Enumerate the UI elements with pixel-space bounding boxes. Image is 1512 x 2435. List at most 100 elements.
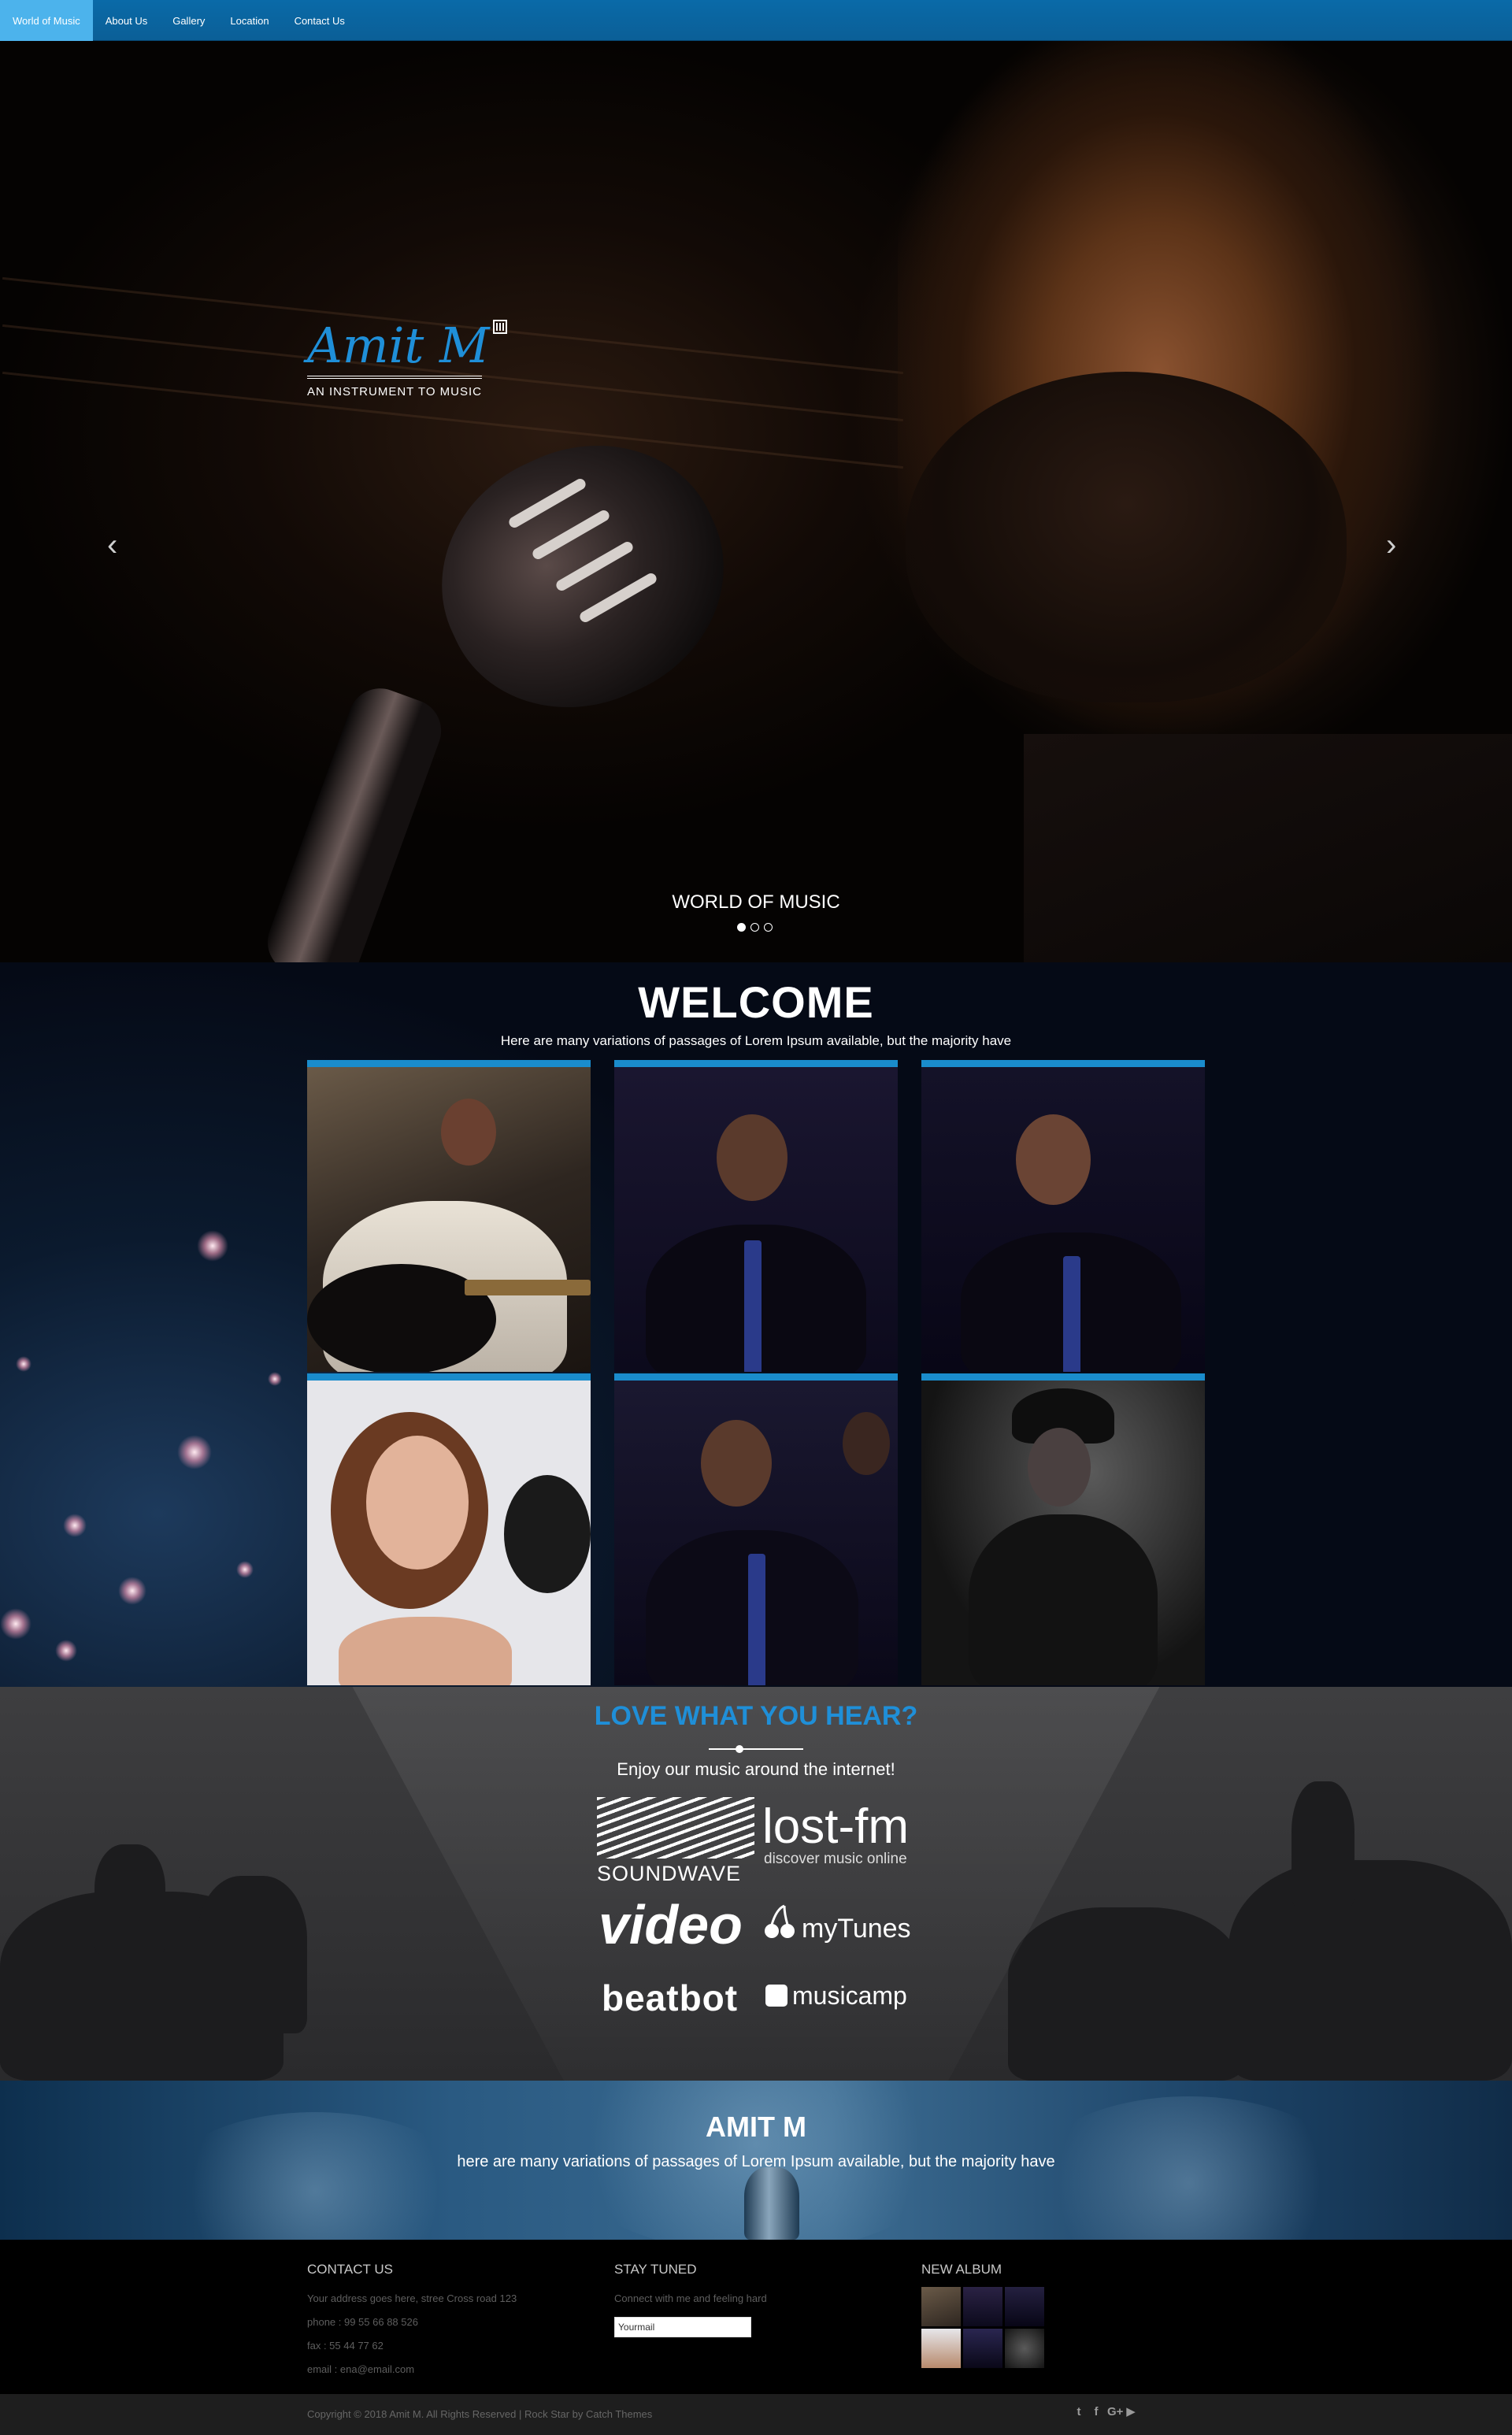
lostfm-tagline: discover music online — [764, 1851, 907, 1867]
singer-face — [366, 1436, 469, 1570]
bokeh-light — [177, 1435, 212, 1470]
album-thumb[interactable] — [963, 2329, 1002, 2368]
facebook-icon[interactable]: f — [1090, 2405, 1102, 2419]
bokeh-light — [16, 1356, 32, 1372]
copyright-bar: Copyright © 2018 Amit M. All Rights Rese… — [0, 2394, 1512, 2435]
love-divider — [709, 1748, 803, 1750]
footer: CONTACT US Your address goes here, stree… — [0, 2240, 1512, 2394]
streaming-section: LOVE WHAT YOU HEAR? Enjoy our music arou… — [0, 1687, 1512, 2081]
carousel-next-button[interactable]: › — [1386, 529, 1396, 561]
carousel-prev-button[interactable]: ‹ — [107, 529, 117, 561]
footer-stay-tuned: STAY TUNED Connect with me and feeling h… — [614, 2262, 767, 2337]
album-thumb[interactable] — [921, 2329, 961, 2368]
bokeh-light — [236, 1561, 254, 1578]
bokeh-light — [63, 1514, 87, 1537]
social-links: t f G+ ▶ — [1073, 2405, 1137, 2419]
chevron-right-icon: › — [1386, 528, 1397, 562]
footer-contact-heading: CONTACT US — [307, 2262, 393, 2277]
musicamp-icon — [765, 1985, 788, 2007]
logo-name: Amit M — [307, 317, 528, 374]
soundwave-icon — [597, 1797, 754, 1859]
footer-stay-heading: STAY TUNED — [614, 2262, 697, 2277]
singer-tie — [744, 1240, 762, 1372]
footer-address: Your address goes here, stree Cross road… — [307, 2292, 517, 2304]
gallery-tile-singer-3[interactable] — [614, 1373, 898, 1685]
footer-new-album: NEW ALBUM — [921, 2262, 1044, 2368]
guitarist-head — [441, 1099, 496, 1166]
love-divider-dot — [736, 1745, 743, 1753]
bokeh-light — [268, 1372, 282, 1386]
guitar-neck — [465, 1280, 591, 1295]
beatbot-logo[interactable]: beatbot — [602, 1977, 738, 2019]
gallery-tile-guitarist[interactable] — [307, 1060, 591, 1372]
welcome-subtitle: Here are many variations of passages of … — [500, 1033, 1012, 1048]
footer-fax: fax : 55 44 77 62 — [307, 2340, 384, 2352]
logo-tagline: AN INSTRUMENT TO MUSIC — [307, 385, 483, 398]
crowd-silhouette — [1008, 1907, 1244, 2081]
gallery-tile-female-singer[interactable] — [307, 1373, 591, 1685]
singer-head — [717, 1114, 788, 1201]
cherry-icon — [765, 1904, 795, 1938]
nav-item-gallery[interactable]: Gallery — [160, 0, 217, 41]
chevron-left-icon: ‹ — [107, 528, 118, 562]
mytunes-logo[interactable]: myTunes — [802, 1914, 911, 1944]
carousel-indicators — [737, 923, 773, 932]
logo-divider — [307, 376, 482, 379]
nav-item-about-us[interactable]: About Us — [93, 0, 160, 41]
soundwave-label[interactable]: SOUNDWAVE — [597, 1862, 741, 1886]
bokeh-light — [55, 1640, 77, 1662]
nav-item-location[interactable]: Location — [217, 0, 281, 41]
gallery-tile-singer-2[interactable] — [921, 1060, 1205, 1372]
love-subtitle: Enjoy our music around the internet! — [617, 1759, 895, 1779]
hero-caption: WORLD OF MUSIC — [672, 891, 840, 913]
album-thumbnails — [921, 2287, 1044, 2368]
video-logo[interactable]: video — [598, 1893, 743, 1956]
lostfm-logo[interactable]: lost-fm — [762, 1799, 909, 1855]
equalizer-icon — [492, 320, 507, 334]
twitter-icon[interactable]: t — [1073, 2405, 1085, 2419]
artist-subtitle: here are many variations of passages of … — [457, 2153, 1055, 2170]
newsletter-email-input[interactable] — [614, 2317, 751, 2337]
carousel-dot-2[interactable] — [750, 923, 759, 932]
album-thumb[interactable] — [1005, 2329, 1044, 2368]
footer-contact: CONTACT US Your address goes here, stree… — [307, 2262, 517, 2381]
footer-phone: phone : 99 55 66 88 526 — [307, 2316, 418, 2328]
singer-tie — [748, 1554, 765, 1685]
singer-beard — [906, 372, 1347, 702]
album-thumb[interactable] — [1005, 2287, 1044, 2326]
crowd-silhouette — [1292, 1781, 1354, 1907]
singer-tie — [1063, 1256, 1080, 1372]
soundwave-logo[interactable] — [597, 1797, 754, 1860]
nav-item-world-of-music[interactable]: World of Music — [0, 0, 93, 41]
artist-title: AMIT M — [706, 2111, 806, 2143]
nav-item-contact-us[interactable]: Contact Us — [282, 0, 358, 41]
footer-album-heading: NEW ALBUM — [921, 2262, 1002, 2277]
singer-body — [969, 1514, 1158, 1685]
carousel-dot-1[interactable] — [737, 923, 746, 932]
gallery-tile-smoke-singer[interactable] — [921, 1373, 1205, 1685]
footer-stay-text: Connect with me and feeling hard — [614, 2292, 767, 2304]
google-plus-icon[interactable]: G+ — [1107, 2405, 1123, 2419]
bokeh-light — [0, 1608, 32, 1640]
singer-shirt — [1024, 734, 1512, 962]
album-thumb[interactable] — [963, 2287, 1002, 2326]
album-thumb[interactable] — [921, 2287, 961, 2326]
footer-email[interactable]: email : ena@email.com — [307, 2358, 517, 2381]
microphone-image — [744, 2167, 799, 2240]
copyright-text: Copyright © 2018 Amit M. All Rights Rese… — [307, 2408, 653, 2420]
studio-microphone — [504, 1475, 591, 1593]
logo-name-text: Amit M — [307, 317, 490, 374]
youtube-icon[interactable]: ▶ — [1125, 2405, 1137, 2419]
musicamp-logo[interactable]: musicamp — [792, 1981, 907, 2011]
carousel-dot-3[interactable] — [764, 923, 773, 932]
gallery-tile-singer-1[interactable] — [614, 1060, 898, 1372]
crowd-silhouette — [197, 1876, 307, 2033]
hero-carousel: Amit M AN INSTRUMENT TO MUSIC ‹ › WORLD … — [0, 41, 1512, 962]
crowd-silhouette — [94, 1844, 165, 1955]
singer-face — [1028, 1428, 1091, 1507]
singer-head — [701, 1420, 772, 1507]
singer-shoulders — [339, 1617, 512, 1685]
background-person-head — [843, 1412, 890, 1475]
site-logo[interactable]: Amit M AN INSTRUMENT TO MUSIC — [307, 317, 528, 398]
bokeh-light — [197, 1230, 228, 1262]
